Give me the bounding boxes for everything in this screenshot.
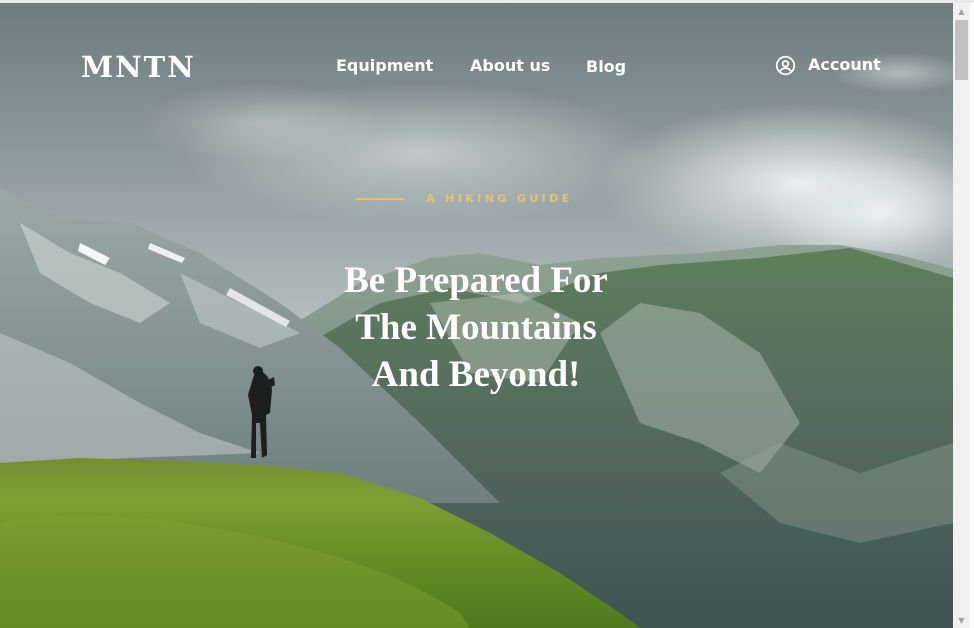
- account-link[interactable]: Account: [775, 54, 881, 76]
- hero-section: MNTN Equipment About us Blog Account A H…: [0, 3, 953, 628]
- scrollbar-thumb[interactable]: [955, 20, 968, 80]
- nav-link-equipment[interactable]: Equipment: [336, 55, 433, 77]
- scroll-down-arrow-icon[interactable]: ▼: [953, 612, 970, 628]
- hero-headline: Be Prepared For The Mountains And Beyond…: [344, 260, 608, 395]
- scroll-up-arrow-icon[interactable]: ▲: [953, 3, 970, 19]
- window-right-edge: [970, 3, 974, 628]
- nav-link-about-us[interactable]: About us: [470, 55, 550, 77]
- eyebrow-divider-line: [356, 198, 404, 200]
- eyebrow-text: A HIKING GUIDE: [426, 192, 573, 205]
- vertical-scrollbar[interactable]: ▲ ▼: [953, 3, 970, 628]
- site-logo[interactable]: MNTN: [81, 51, 196, 83]
- nav-link-blog[interactable]: Blog: [586, 56, 626, 78]
- hero-eyebrow: A HIKING GUIDE: [356, 191, 573, 207]
- user-circle-icon: [775, 55, 796, 76]
- account-label: Account: [808, 55, 881, 74]
